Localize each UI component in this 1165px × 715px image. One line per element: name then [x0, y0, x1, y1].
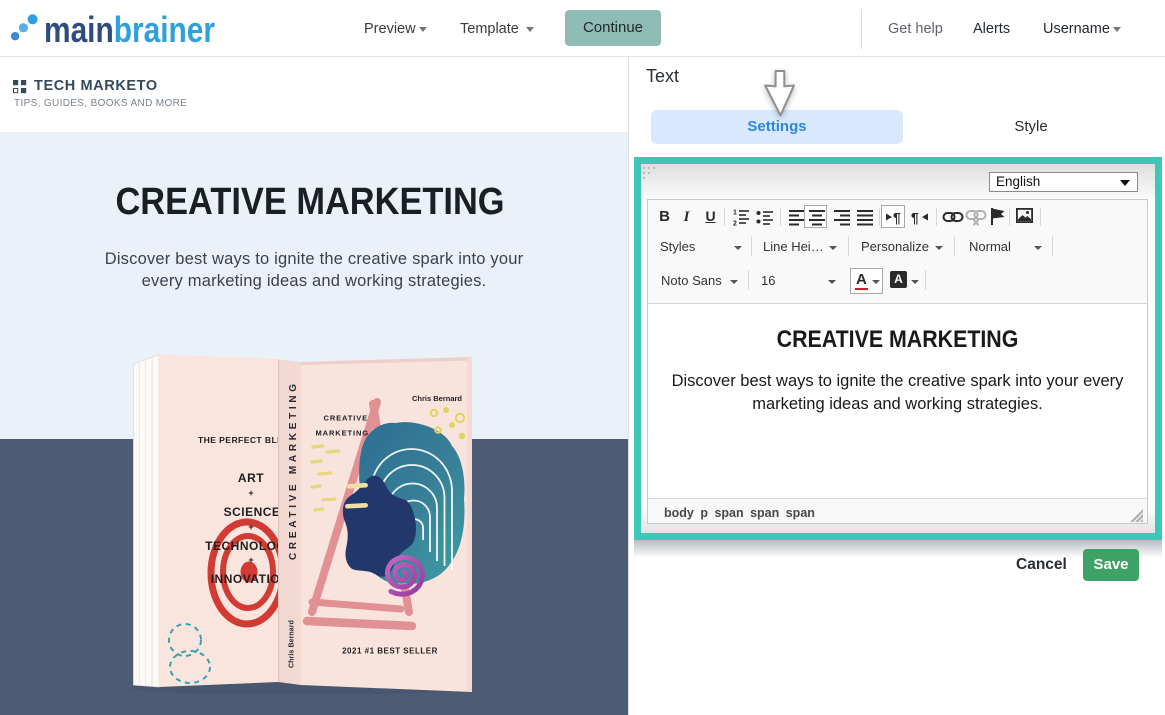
svg-text:¶: ¶	[893, 210, 901, 226]
svg-text:INNOVATION: INNOVATION	[211, 572, 290, 586]
svg-text:+: +	[248, 555, 253, 565]
svg-text:2: 2	[733, 221, 737, 228]
svg-text:CREATIVE: CREATIVE	[324, 414, 369, 423]
svg-text:Chris Bernard: Chris Bernard	[412, 394, 462, 403]
svg-text:ART: ART	[238, 471, 264, 485]
svg-text:1: 1	[733, 210, 737, 217]
svg-text:CREATIVE MARKETING: CREATIVE MARKETING	[288, 380, 299, 560]
svg-text:+: +	[248, 488, 253, 498]
svg-text:Chris Bernard: Chris Bernard	[289, 620, 296, 668]
svg-text:+: +	[248, 522, 253, 532]
svg-text:¶: ¶	[911, 210, 919, 226]
svg-text:SCIENCE: SCIENCE	[224, 505, 281, 519]
svg-text:MARKETING: MARKETING	[316, 428, 370, 437]
svg-text:2021 #1 BEST SELLER: 2021 #1 BEST SELLER	[342, 647, 438, 656]
